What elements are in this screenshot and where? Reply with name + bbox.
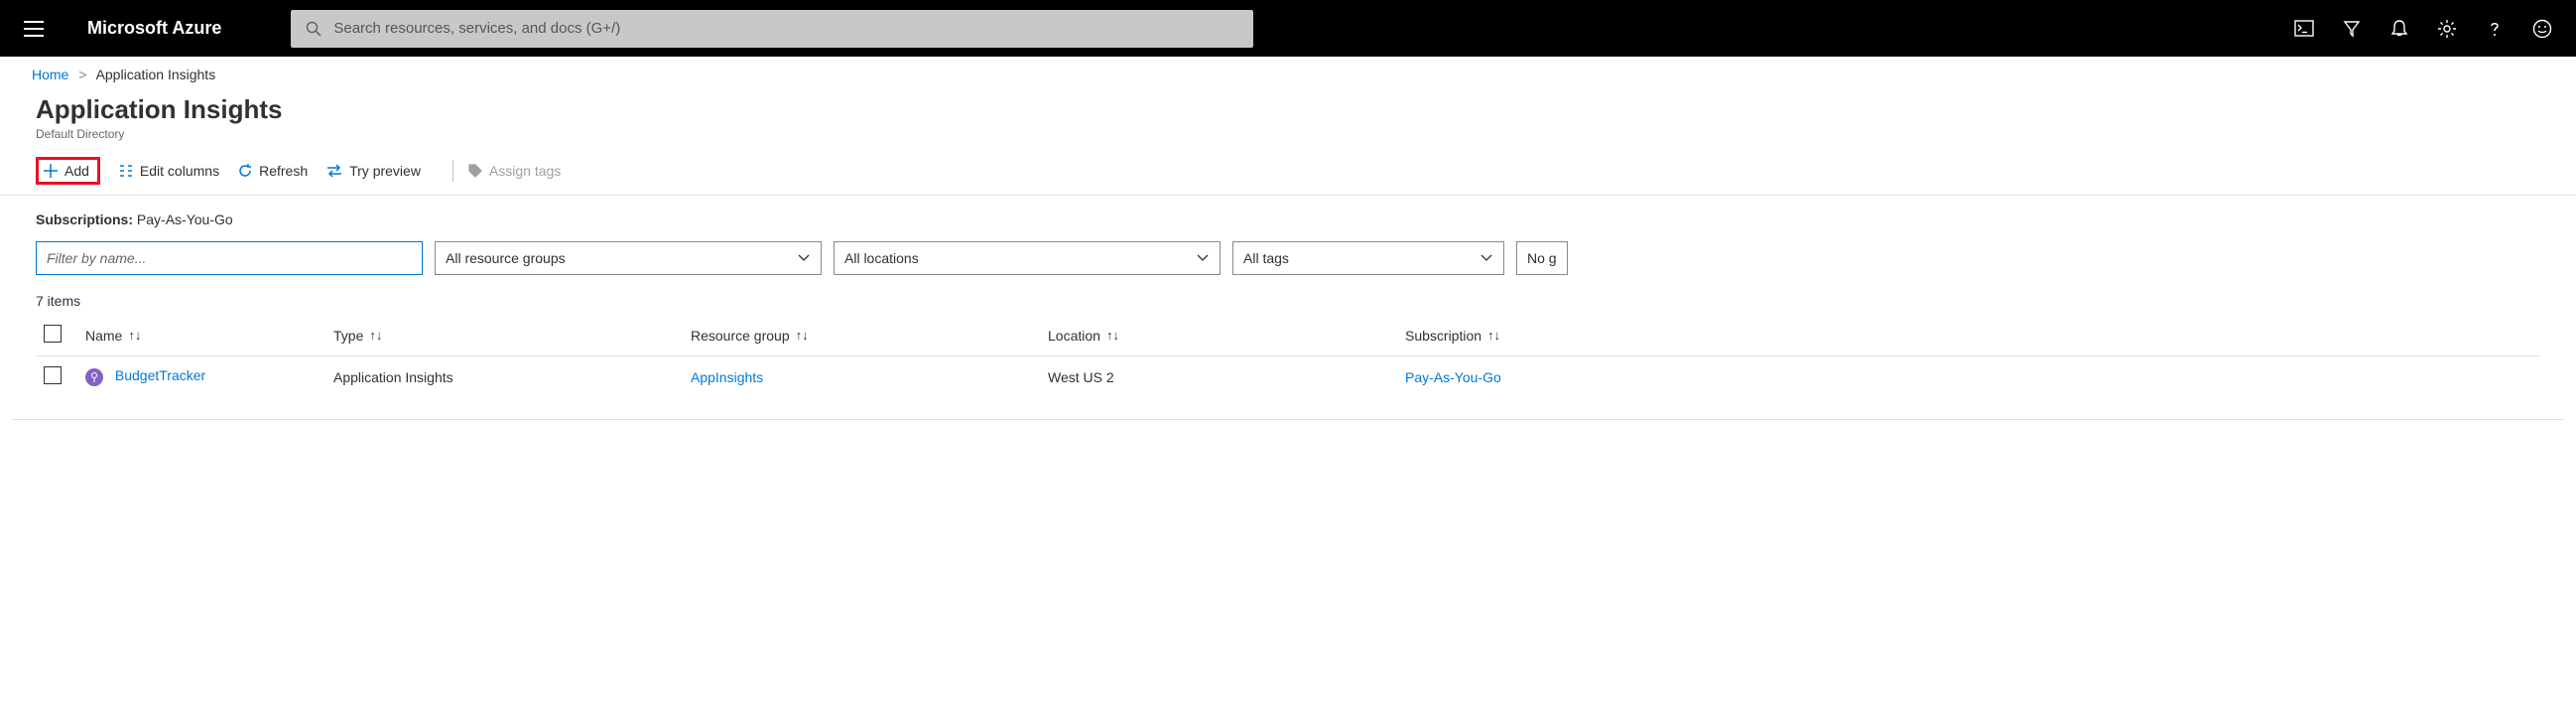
appinsights-resource-icon: [85, 368, 103, 386]
settings-icon[interactable]: [2423, 5, 2471, 53]
resource-name-link[interactable]: BudgetTracker: [115, 367, 205, 383]
notifications-icon[interactable]: [2376, 5, 2423, 53]
sort-icon: ↑↓: [796, 328, 809, 343]
resources-table: Name↑↓ Type↑↓ Resource group↑↓ Location↑…: [0, 315, 2576, 397]
subscriptions-label: Subscriptions:: [36, 211, 133, 227]
feedback-icon[interactable]: [2518, 5, 2566, 53]
add-label: Add: [64, 163, 89, 179]
toolbar-separator: [452, 160, 453, 182]
chevron-down-icon: [797, 253, 811, 263]
page-title: Application Insights: [36, 94, 2540, 125]
resource-location: West US 2: [1048, 369, 1405, 385]
locations-label: All locations: [844, 250, 919, 266]
top-bar: Microsoft Azure: [0, 0, 2576, 57]
try-preview-label: Try preview: [349, 163, 421, 179]
sort-icon: ↑↓: [1106, 328, 1119, 343]
panel-bottom-border: [12, 419, 2564, 420]
chevron-down-icon: [1196, 253, 1210, 263]
tags-dropdown[interactable]: All tags: [1232, 241, 1504, 275]
sort-icon: ↑↓: [1487, 328, 1500, 343]
locations-dropdown[interactable]: All locations: [834, 241, 1221, 275]
refresh-label: Refresh: [259, 163, 308, 179]
global-search[interactable]: [291, 10, 1253, 48]
sort-icon: ↑↓: [369, 328, 382, 343]
table-row: BudgetTracker Application Insights AppIn…: [36, 356, 2540, 397]
swap-icon: [325, 163, 343, 179]
page-header: Application Insights Default Directory: [0, 88, 2576, 143]
column-subscription[interactable]: Subscription↑↓: [1405, 328, 1604, 344]
resource-group-link[interactable]: AppInsights: [691, 369, 763, 385]
filter-by-name-input[interactable]: [36, 241, 423, 275]
filter-bar: All resource groups All locations All ta…: [0, 233, 2576, 289]
resource-type: Application Insights: [333, 369, 691, 385]
chevron-down-icon: [1480, 253, 1493, 263]
search-icon: [306, 21, 322, 37]
column-name[interactable]: Name↑↓: [85, 328, 333, 344]
subscription-link[interactable]: Pay-As-You-Go: [1405, 369, 1501, 385]
column-type[interactable]: Type↑↓: [333, 328, 691, 344]
items-count: 7 items: [0, 289, 2576, 315]
edit-columns-label: Edit columns: [140, 163, 219, 179]
edit-columns-button[interactable]: Edit columns: [118, 157, 219, 185]
refresh-button[interactable]: Refresh: [237, 157, 308, 185]
topbar-actions: [2280, 5, 2566, 53]
resource-groups-label: All resource groups: [446, 250, 566, 266]
breadcrumb: Home > Application Insights: [0, 57, 2576, 88]
help-icon[interactable]: [2471, 5, 2518, 53]
column-location[interactable]: Location↑↓: [1048, 328, 1405, 344]
try-preview-button[interactable]: Try preview: [325, 157, 421, 185]
columns-icon: [118, 163, 134, 179]
resource-groups-dropdown[interactable]: All resource groups: [435, 241, 822, 275]
tag-icon: [467, 163, 483, 179]
sort-icon: ↑↓: [128, 328, 141, 343]
breadcrumb-home-link[interactable]: Home: [32, 67, 68, 82]
assign-tags-button: Assign tags: [467, 157, 561, 185]
select-all-checkbox[interactable]: [44, 325, 62, 343]
page-subtitle: Default Directory: [36, 127, 2540, 141]
breadcrumb-separator: >: [78, 67, 86, 82]
grouping-dropdown[interactable]: No g: [1516, 241, 1568, 275]
command-bar: Add Edit columns Refresh Try preview Ass…: [0, 143, 2576, 196]
breadcrumb-current: Application Insights: [96, 67, 216, 82]
subscriptions-value: Pay-As-You-Go: [137, 211, 233, 227]
tags-label: All tags: [1243, 250, 1289, 266]
hamburger-menu-button[interactable]: [10, 5, 58, 53]
refresh-icon: [237, 163, 253, 179]
filter-icon[interactable]: [2328, 5, 2376, 53]
brand-label: Microsoft Azure: [87, 18, 221, 39]
subscriptions-line: Subscriptions: Pay-As-You-Go: [0, 196, 2576, 233]
global-search-input[interactable]: [333, 20, 1238, 37]
grouping-label: No g: [1527, 250, 1557, 266]
assign-tags-label: Assign tags: [489, 163, 561, 179]
table-header: Name↑↓ Type↑↓ Resource group↑↓ Location↑…: [36, 315, 2540, 356]
add-button[interactable]: Add: [36, 157, 100, 185]
plus-icon: [43, 163, 59, 179]
cloud-shell-icon[interactable]: [2280, 5, 2328, 53]
row-checkbox[interactable]: [44, 366, 62, 384]
column-resource-group[interactable]: Resource group↑↓: [691, 328, 1048, 344]
